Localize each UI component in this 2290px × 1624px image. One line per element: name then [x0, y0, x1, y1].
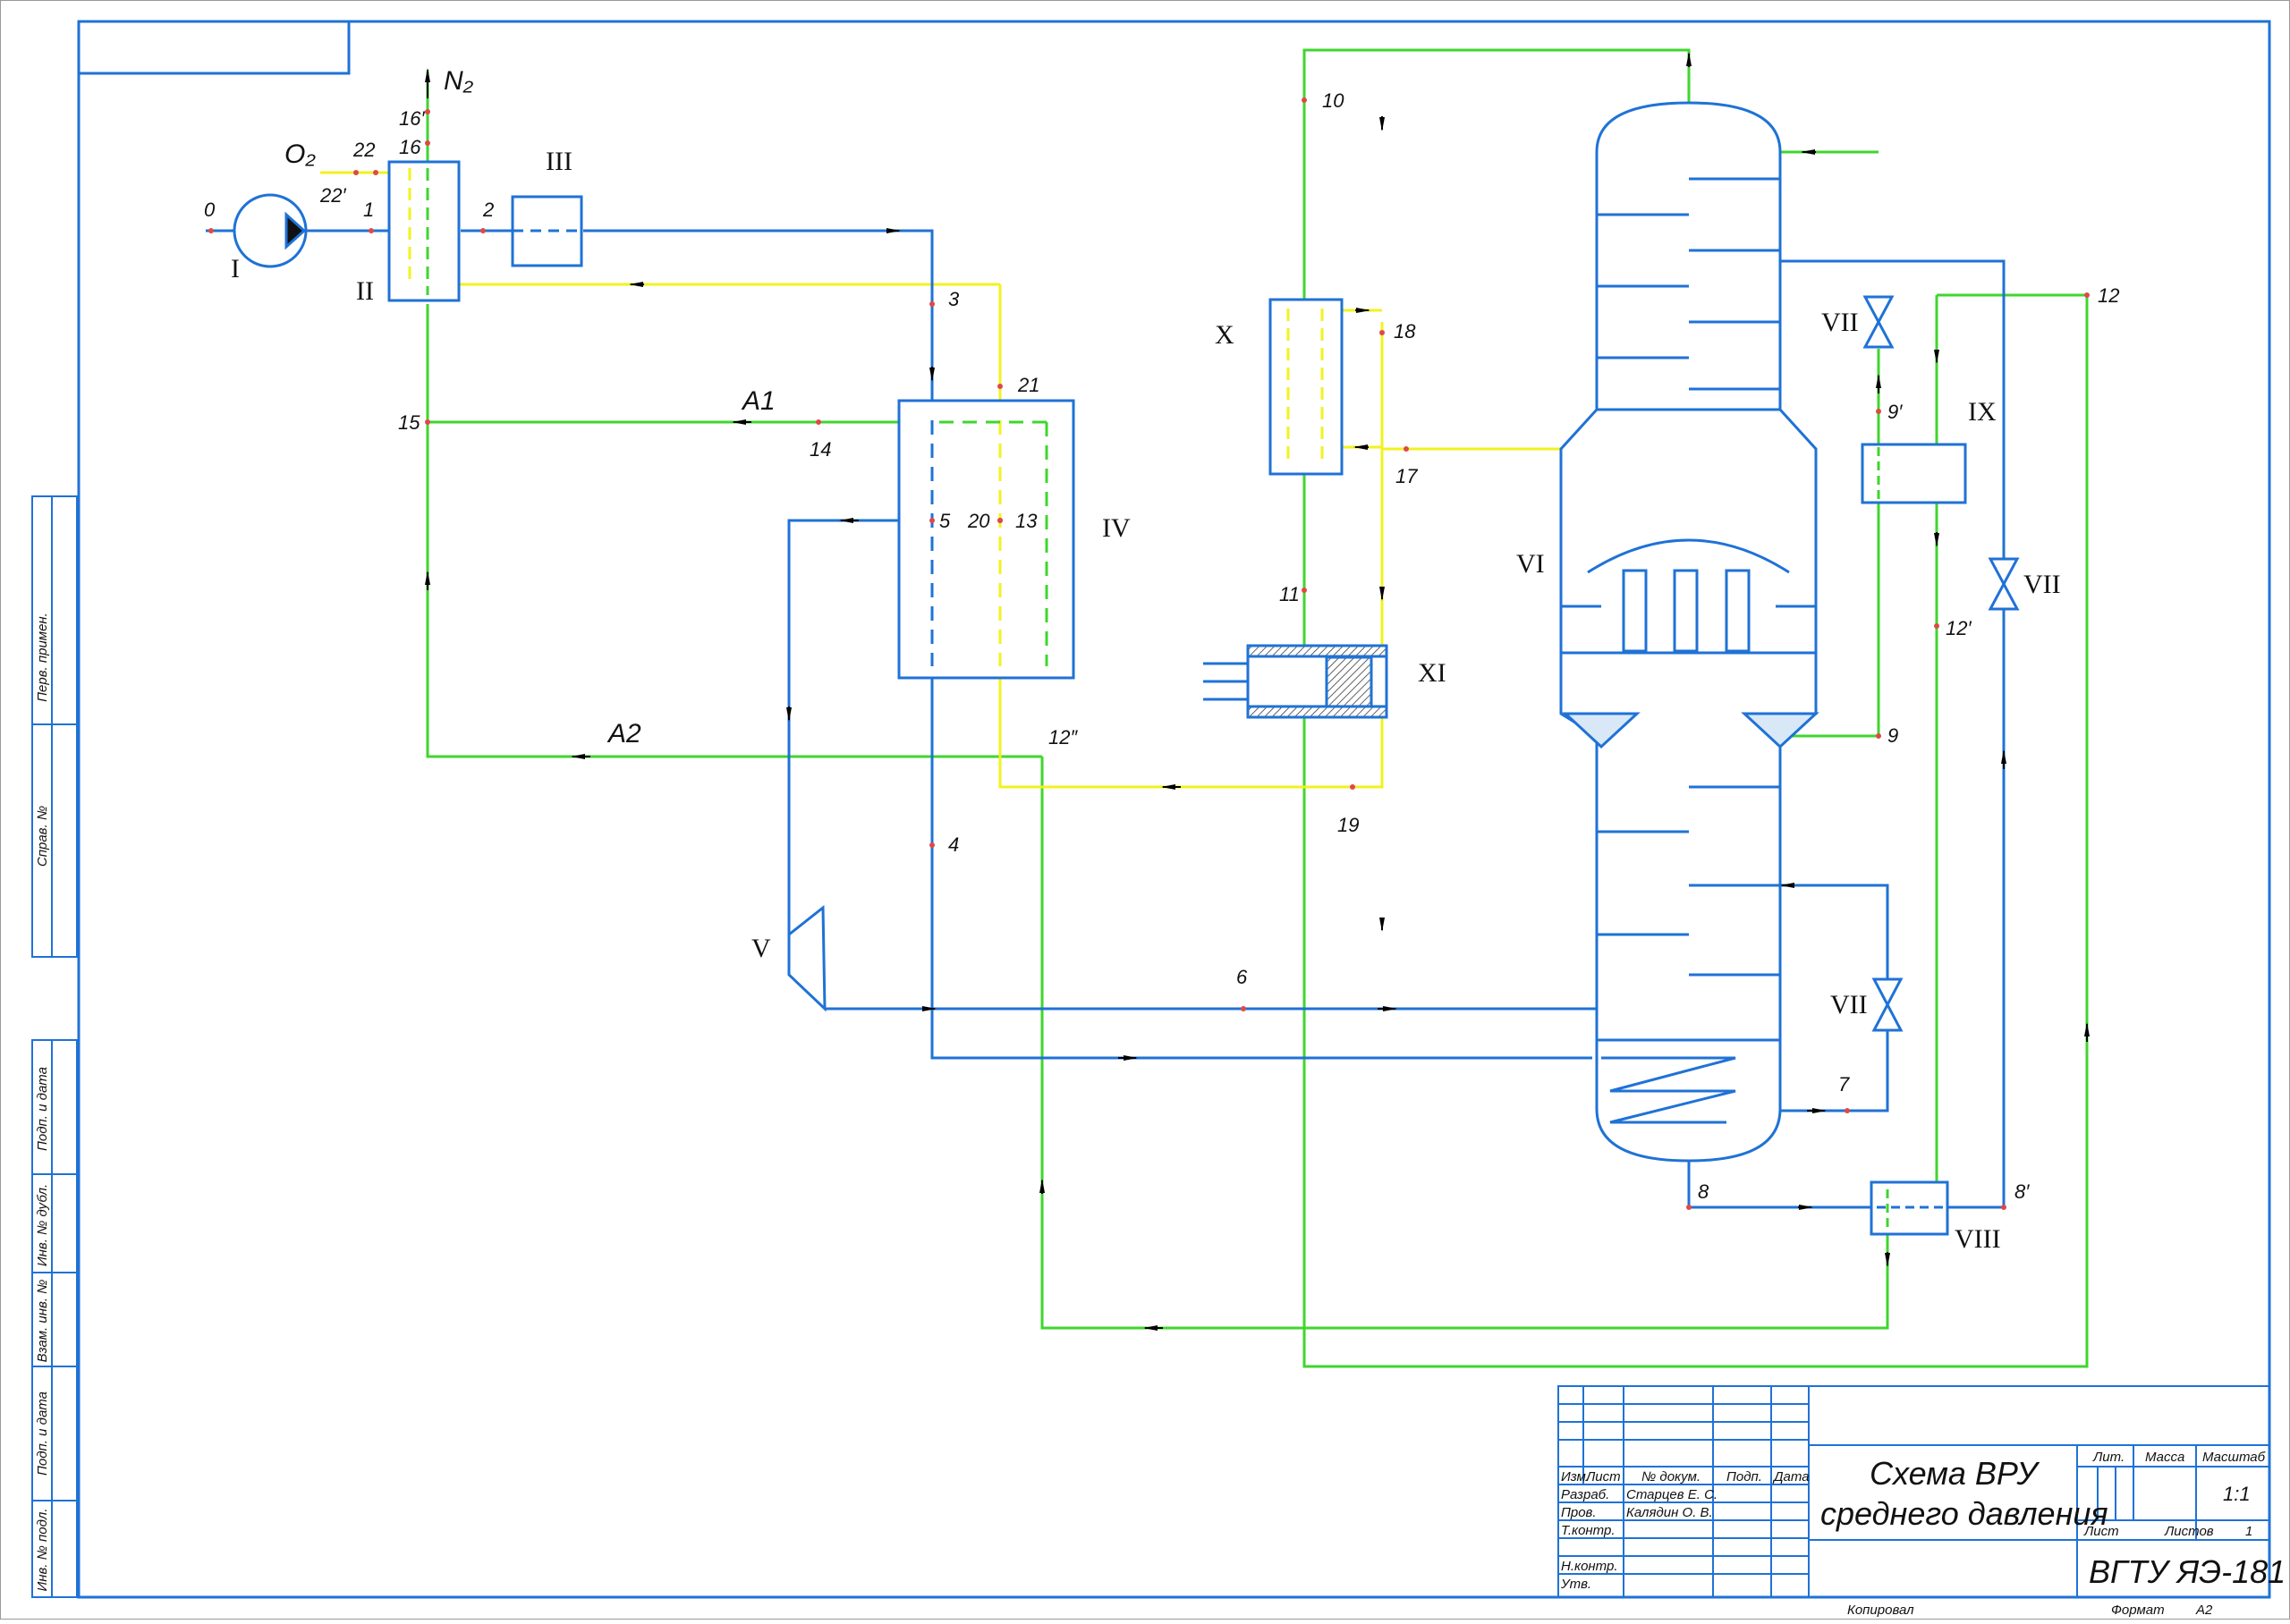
tb-title-line2: среднего давления	[1820, 1495, 2108, 1532]
tb-col-doc: № докум.	[1641, 1469, 1701, 1484]
equipment-label-VII-right: VII	[2023, 570, 2061, 599]
point-label-8: 8	[1698, 1180, 1709, 1203]
point-label-0: 0	[204, 199, 216, 221]
tb-org: ВГТУ ЯЭ-181	[2089, 1553, 2286, 1590]
tb-col-list: Лист	[1585, 1469, 1621, 1484]
point-label-18: 18	[1394, 320, 1416, 343]
tb-listov-label: Листов	[2164, 1524, 2214, 1539]
frame-corner-box	[77, 20, 351, 75]
tb-format-value: А2	[2195, 1603, 2213, 1618]
point-label-16-prime: 16′	[399, 107, 425, 130]
tb-row-utv: Утв.	[1560, 1577, 1591, 1592]
process-flow-diagram: Перв. примен. Справ. № Подп. и дата Инв.…	[0, 0, 2290, 1620]
unit-IX	[1861, 443, 1967, 504]
stream-label-n2: N₂	[444, 66, 474, 96]
equipment-label-VIII: VIII	[1955, 1224, 2001, 1254]
expander-V	[787, 904, 827, 1012]
point-label-1: 1	[363, 199, 374, 221]
point-label-16: 16	[399, 136, 421, 158]
stream-label-a2: A2	[606, 719, 641, 749]
compressor-I	[233, 193, 308, 268]
equipment-label-IX: IX	[1968, 397, 1997, 427]
equipment-label-XI: XI	[1418, 658, 1446, 688]
tb-row-razrab: Разраб.	[1561, 1487, 1609, 1502]
point-label-10: 10	[1322, 89, 1344, 112]
valve-VII-upper	[1862, 295, 1895, 349]
equipment-label-X: X	[1215, 320, 1234, 350]
equipment-label-V: V	[751, 934, 771, 963]
drawing-sheet: Перв. примен. Справ. № Подп. и дата Инв.…	[0, 0, 2290, 1620]
margin-label-sprav-no: Справ. №	[35, 806, 50, 867]
valve-VII-lower	[1871, 977, 1904, 1032]
point-label-14: 14	[810, 438, 831, 461]
point-label-17: 17	[1395, 465, 1418, 487]
tb-masshtab-label: Масштаб	[2202, 1450, 2266, 1465]
unit-III	[511, 195, 583, 267]
tb-row-tkontr: Т.контр.	[1561, 1523, 1616, 1538]
expander-XI	[1203, 644, 1388, 719]
point-label-4: 4	[948, 833, 959, 856]
point-label-11: 11	[1279, 583, 1300, 605]
heat-exchanger-IV	[897, 399, 1075, 680]
stream-label-a1: A1	[741, 386, 776, 416]
valve-VII-right	[1988, 557, 2020, 611]
point-label-2: 2	[482, 199, 494, 221]
equipment-label-II: II	[356, 276, 374, 306]
point-label-22: 22	[352, 139, 375, 161]
tb-name-prov: Калядин О. В.	[1626, 1505, 1713, 1520]
point-label-12-prime: 12′	[1946, 617, 1972, 639]
point-label-9: 9	[1887, 724, 1898, 747]
equipment-label-IV: IV	[1102, 513, 1131, 543]
tb-massa-label: Масса	[2145, 1450, 2184, 1465]
stream-label-o2: O₂	[284, 140, 316, 169]
margin-label-podp-data-2: Подп. и дата	[35, 1391, 50, 1476]
point-label-7: 7	[1838, 1073, 1850, 1095]
margin-label-podp-data-1: Подп. и дата	[35, 1067, 50, 1151]
point-label-19: 19	[1337, 814, 1359, 836]
margin-label-inv-podl: Инв. № подл.	[35, 1508, 50, 1591]
tb-col-podp: Подп.	[1726, 1469, 1762, 1484]
point-label-15: 15	[398, 411, 420, 434]
point-label-22-prime: 22′	[319, 184, 346, 207]
point-label-3: 3	[948, 288, 960, 310]
equipment-label-VI: VI	[1516, 549, 1545, 579]
tb-format-label: Формат	[2111, 1603, 2165, 1618]
distillation-column-VI	[1559, 101, 1819, 1163]
heat-exchanger-II	[387, 160, 461, 302]
equipment-label-I: I	[231, 254, 240, 283]
margin-label-perv-primen: Перв. примен.	[35, 613, 50, 702]
equipment-label-VII-lower: VII	[1830, 990, 1868, 1019]
point-label-20: 20	[967, 510, 990, 532]
point-label-8-prime: 8′	[2014, 1180, 2030, 1203]
tb-lit-label: Лит.	[2092, 1450, 2125, 1465]
point-label-9-prime: 9′	[1887, 401, 1903, 423]
tb-kopiroval: Копировал	[1847, 1603, 1914, 1618]
tb-name-razrab: Старцев Е. С.	[1626, 1487, 1718, 1502]
margin-label-inv-dubl: Инв. № дубл.	[35, 1184, 50, 1266]
margin-label-vzam-inv: Взам. инв. №	[35, 1280, 50, 1363]
point-label-13: 13	[1015, 510, 1038, 532]
heat-exchanger-X	[1268, 298, 1344, 476]
tb-title-line1: Схема ВРУ	[1870, 1455, 2040, 1492]
tb-col-data: Дата	[1772, 1469, 1810, 1484]
equipment-label-VII-upper: VII	[1821, 308, 1859, 337]
point-label-21: 21	[1017, 374, 1039, 396]
tb-row-nkontr: Н.контр.	[1561, 1559, 1618, 1574]
point-label-12: 12	[2098, 284, 2119, 307]
point-label-6: 6	[1236, 966, 1248, 988]
tb-row-prov: Пров.	[1561, 1505, 1597, 1520]
subcooler-VIII	[1870, 1180, 1949, 1236]
equipment-label-III: III	[546, 147, 572, 176]
point-label-12-double-prime: 12″	[1048, 726, 1078, 749]
tb-listov-value: 1	[2245, 1524, 2252, 1539]
point-label-5: 5	[939, 510, 951, 532]
tb-list-label: Лист	[2083, 1524, 2119, 1539]
tb-scale-value: 1:1	[2223, 1483, 2251, 1505]
